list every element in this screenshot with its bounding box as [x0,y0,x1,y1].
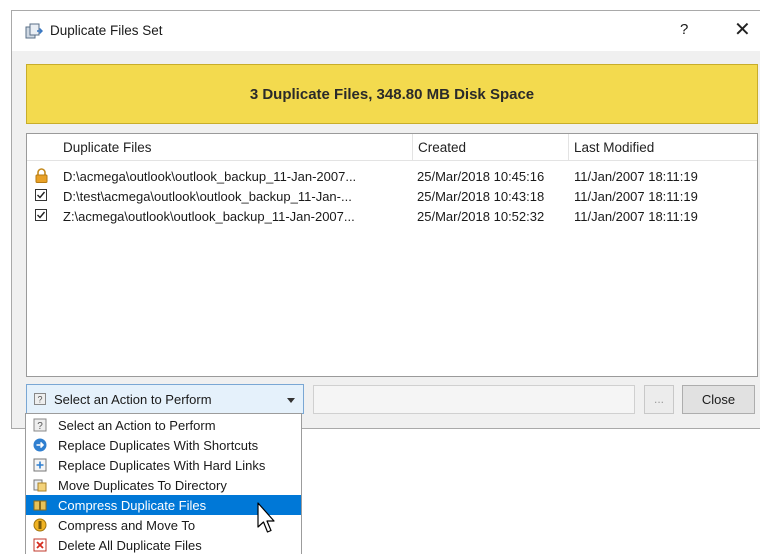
shortcut-arrow-icon [33,438,47,452]
row-checkbox[interactable] [35,209,47,221]
dropdown-item-replace-shortcuts[interactable]: Replace Duplicates With Shortcuts [26,435,301,455]
created-date: 25/Mar/2018 10:45:16 [417,169,545,184]
svg-text:?: ? [37,395,42,405]
dropdown-item-delete-all[interactable]: Delete All Duplicate Files [26,535,301,555]
file-path: Z:\acmega\outlook\outlook_backup_11-Jan-… [63,209,355,224]
dropdown-item-label: Replace Duplicates With Hard Links [58,458,266,473]
list-header: Duplicate Files Created Last Modified [27,134,757,161]
column-header-created[interactable]: Created [418,140,466,155]
question-icon: ? [34,393,46,405]
duplicate-files-dialog: Duplicate Files Set ? ✕ 3 Duplicate File… [11,10,760,429]
duplicate-files-list[interactable]: Duplicate Files Created Last Modified D:… [26,133,758,377]
lock-icon [35,168,48,183]
dropdown-item-label: Move Duplicates To Directory [58,478,227,493]
created-date: 25/Mar/2018 10:52:32 [417,209,545,224]
compress-move-icon [33,518,47,532]
move-folder-icon [33,479,47,492]
column-divider[interactable] [568,134,569,160]
column-header-duplicate-files[interactable]: Duplicate Files [63,140,152,155]
summary-text: 3 Duplicate Files, 348.80 MB Disk Space [249,85,535,103]
hard-link-icon [33,458,47,472]
close-button[interactable]: Close [682,385,755,414]
destination-path-field[interactable] [313,385,635,414]
dropdown-item-label: Replace Duplicates With Shortcuts [58,438,259,453]
table-row[interactable]: D:\acmega\outlook\outlook_backup_11-Jan-… [27,166,757,186]
title-bar: Duplicate Files Set ? ✕ [12,11,760,51]
dropdown-item-replace-hard-links[interactable]: Replace Duplicates With Hard Links [26,455,301,475]
checkmark-icon [37,211,46,219]
summary-banner: 3 Duplicate Files, 348.80 MB Disk Space [26,64,758,124]
column-header-last-modified[interactable]: Last Modified [574,140,654,155]
column-divider[interactable] [412,134,413,160]
checkmark-icon [37,191,46,199]
delete-icon [33,538,47,552]
dropdown-item-label: Select an Action to Perform [58,418,216,433]
dropdown-item-label: Compress Duplicate Files [58,498,207,513]
question-icon: ? [33,418,47,432]
mouse-cursor-icon [257,502,275,533]
dropdown-item-select-action[interactable]: ? Select an Action to Perform [26,415,301,435]
chevron-down-icon [287,398,295,403]
compress-icon [33,500,47,511]
created-date: 25/Mar/2018 10:43:18 [417,189,545,204]
table-row[interactable]: Z:\acmega\outlook\outlook_backup_11-Jan-… [27,206,757,226]
modified-date: 11/Jan/2007 18:11:19 [574,189,698,204]
modified-date: 11/Jan/2007 18:11:19 [574,209,698,224]
window-title: Duplicate Files Set [50,23,163,38]
table-row[interactable]: D:\test\acmega\outlook\outlook_backup_11… [27,186,757,206]
file-path: D:\test\acmega\outlook\outlook_backup_11… [63,189,352,204]
close-icon[interactable]: ✕ [734,17,751,42]
duplicate-files-icon [25,23,43,39]
modified-date: 11/Jan/2007 18:11:19 [574,169,698,184]
help-button[interactable]: ? [680,21,688,38]
row-checkbox[interactable] [35,189,47,201]
action-select[interactable]: ? Select an Action to Perform [26,384,304,414]
dropdown-item-label: Delete All Duplicate Files [58,538,202,553]
dropdown-item-move-to-directory[interactable]: Move Duplicates To Directory [26,475,301,495]
browse-button[interactable]: ... [644,385,674,414]
action-select-value: Select an Action to Perform [54,392,212,407]
svg-text:?: ? [37,421,43,432]
dropdown-item-label: Compress and Move To [58,518,196,533]
file-path: D:\acmega\outlook\outlook_backup_11-Jan-… [63,169,357,184]
